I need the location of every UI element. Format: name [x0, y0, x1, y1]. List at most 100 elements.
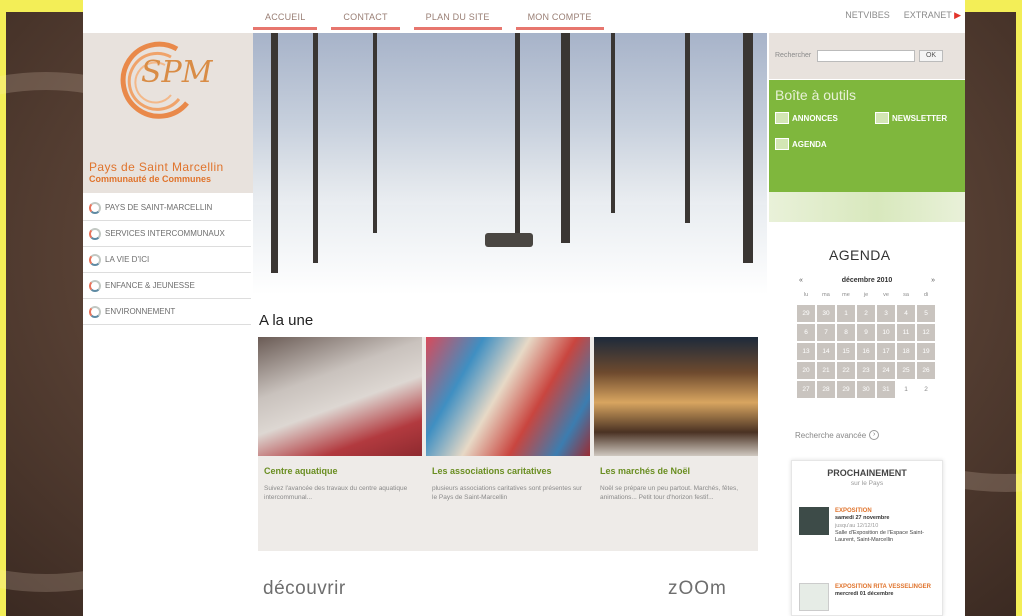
- calendar-day[interactable]: 10: [877, 324, 895, 341]
- calendar-day[interactable]: 2: [857, 305, 875, 322]
- calendar-day[interactable]: 18: [897, 343, 915, 360]
- news-card-text: Suivez l'avancée des travaux du centre a…: [264, 485, 408, 502]
- nav-plan-du-site[interactable]: PLAN DU SITE: [413, 0, 502, 30]
- toolbox-title: Boîte à outils: [775, 87, 856, 103]
- calendar-day[interactable]: 28: [817, 381, 835, 398]
- event-thumbnail: [799, 583, 829, 611]
- calendar-day[interactable]: 30: [857, 381, 875, 398]
- logo-subtitle: Communauté de Communes: [89, 174, 212, 184]
- calendar-header: « décembre 2010 »: [799, 277, 935, 284]
- toolbox-annonces[interactable]: ANNONCES: [775, 112, 838, 124]
- site-logo[interactable]: SPM Pays de Saint Marcellin Communauté d…: [83, 33, 253, 193]
- calendar-day[interactable]: 23: [857, 362, 875, 379]
- calendar-day[interactable]: 8: [837, 324, 855, 341]
- nav-contact[interactable]: CONTACT: [331, 0, 400, 30]
- logo-title: Pays de Saint Marcellin: [89, 160, 224, 174]
- calendar-day[interactable]: 17: [877, 343, 895, 360]
- calendar-month: décembre 2010: [841, 277, 893, 284]
- news-card-title: Centre aquatique: [264, 466, 338, 476]
- search-label: Rechercher: [775, 52, 812, 59]
- calendar-day[interactable]: 22: [837, 362, 855, 379]
- toolbox-item-label: NEWSLETTER: [892, 113, 948, 123]
- sidebar-menu: PAYS DE SAINT-MARCELLIN SERVICES INTERCO…: [83, 195, 251, 325]
- swirl-icon: [89, 253, 101, 266]
- logo-initials: SPM: [141, 55, 213, 90]
- calendar-day[interactable]: 20: [797, 362, 815, 379]
- calendar-day[interactable]: 13: [797, 343, 815, 360]
- calendar-day[interactable]: 30: [817, 305, 835, 322]
- news-card-image: [594, 337, 758, 456]
- calendar-day[interactable]: 1: [897, 381, 915, 398]
- calendar-day[interactable]: 6: [797, 324, 815, 341]
- calendar-day[interactable]: 3: [877, 305, 895, 322]
- calendar-next-button[interactable]: »: [931, 277, 935, 284]
- calendar-day[interactable]: 21: [817, 362, 835, 379]
- sidebar-item-services[interactable]: SERVICES INTERCOMMUNAUX: [83, 221, 251, 247]
- zoom-heading[interactable]: zOOm: [668, 578, 727, 600]
- toolbox-item-label: AGENDA: [792, 139, 827, 149]
- upcoming-subtitle: sur le Pays: [850, 480, 884, 487]
- toolbox-newsletter[interactable]: NEWSLETTER: [875, 112, 947, 124]
- search-ok-button[interactable]: OK: [919, 50, 943, 62]
- extranet-link[interactable]: EXTRANET ▶: [904, 10, 961, 21]
- calendar-day[interactable]: 14: [817, 343, 835, 360]
- event-date: mercredi 01 décembre: [835, 591, 894, 598]
- calendar-day[interactable]: 29: [797, 305, 815, 322]
- advanced-search-link[interactable]: Recherche avancée ›: [795, 430, 880, 440]
- calendar-day[interactable]: 9: [857, 324, 875, 341]
- agenda-title: AGENDA: [829, 247, 891, 263]
- sidebar-item-label: SERVICES INTERCOMMUNAUX: [105, 229, 225, 238]
- advanced-search-label: Recherche avancée: [795, 430, 867, 440]
- news-card-text: plusieurs associations caritatives sont …: [432, 485, 582, 502]
- calendar-weekday: ve: [883, 292, 889, 298]
- event-date: samedi 27 novembre: [835, 515, 890, 522]
- calendar-weekday: me: [842, 292, 850, 298]
- search-input[interactable]: [817, 50, 915, 62]
- top-nav: ACCUEIL CONTACT PLAN DU SITE MON COMPTE: [253, 0, 604, 30]
- calendar-weekdays: lu ma me je ve sa di: [797, 292, 935, 298]
- sidebar-item-enfance[interactable]: ENFANCE & JEUNESSE: [83, 273, 251, 299]
- calendar-day[interactable]: 19: [917, 343, 935, 360]
- news-card[interactable]: Les associations caritatives plusieurs a…: [426, 337, 590, 551]
- calendar-weekday: je: [863, 292, 869, 298]
- news-card[interactable]: Les marchés de Noël Noël se prépare un p…: [594, 337, 758, 551]
- event-item[interactable]: EXPOSITION RITA VESSELINGER mercredi 01 …: [799, 583, 939, 611]
- calendar-day[interactable]: 26: [917, 362, 935, 379]
- sidebar-item-environnement[interactable]: ENVIRONNEMENT: [83, 299, 251, 325]
- arrow-right-icon: ›: [869, 430, 880, 440]
- nav-accueil[interactable]: ACCUEIL: [253, 0, 318, 30]
- calendar-day[interactable]: 1: [837, 305, 855, 322]
- calendar-grid: 29 30 1 2 3 4 5 6 7 8 9 10 11 12 13 14 15 16 17 18 19 20 21 22 2…: [797, 305, 935, 398]
- calendar-day[interactable]: 25: [897, 362, 915, 379]
- top-links: NETVIBES EXTRANET ▶: [845, 10, 961, 21]
- calendar-prev-button[interactable]: «: [799, 277, 803, 284]
- news-card[interactable]: Centre aquatique Suivez l'avancée des tr…: [258, 337, 422, 551]
- extranet-label: EXTRANET: [903, 10, 952, 20]
- calendar-day[interactable]: 2: [917, 381, 935, 398]
- calendar-weekday: ma: [822, 292, 830, 298]
- calendar-day[interactable]: 4: [897, 305, 915, 322]
- upcoming-title: PROCHAINEMENT: [827, 468, 907, 478]
- calendar-weekday: sa: [903, 292, 909, 298]
- calendar-day[interactable]: 27: [797, 381, 815, 398]
- calendar-day[interactable]: 31: [877, 381, 895, 398]
- calendar-day[interactable]: 15: [837, 343, 855, 360]
- event-thumbnail: [799, 507, 829, 535]
- calendar-day[interactable]: 7: [817, 324, 835, 341]
- nav-mon-compte[interactable]: MON COMPTE: [515, 0, 604, 30]
- event-until: jusqu'au 12/12/10: [835, 522, 879, 529]
- calendar-day[interactable]: 29: [837, 381, 855, 398]
- netvibes-link[interactable]: NETVIBES: [845, 10, 890, 21]
- decouvrir-heading[interactable]: découvrir: [263, 578, 346, 600]
- sidebar-item-label: ENVIRONNEMENT: [105, 307, 176, 316]
- calendar-day[interactable]: 24: [877, 362, 895, 379]
- calendar-day[interactable]: 11: [897, 324, 915, 341]
- calendar-day[interactable]: 16: [857, 343, 875, 360]
- sidebar-item-pays[interactable]: PAYS DE SAINT-MARCELLIN: [83, 195, 251, 221]
- calendar-day[interactable]: 5: [917, 305, 935, 322]
- event-item[interactable]: EXPOSITION samedi 27 novembre jusqu'au 1…: [799, 507, 939, 545]
- calendar-day[interactable]: 12: [917, 324, 935, 341]
- sidebar-item-vie[interactable]: LA VIE D'ICI: [83, 247, 251, 273]
- toolbox-agenda[interactable]: AGENDA: [775, 138, 827, 150]
- toolbox: Boîte à outils ANNONCES NEWSLETTER AGEND…: [769, 80, 965, 192]
